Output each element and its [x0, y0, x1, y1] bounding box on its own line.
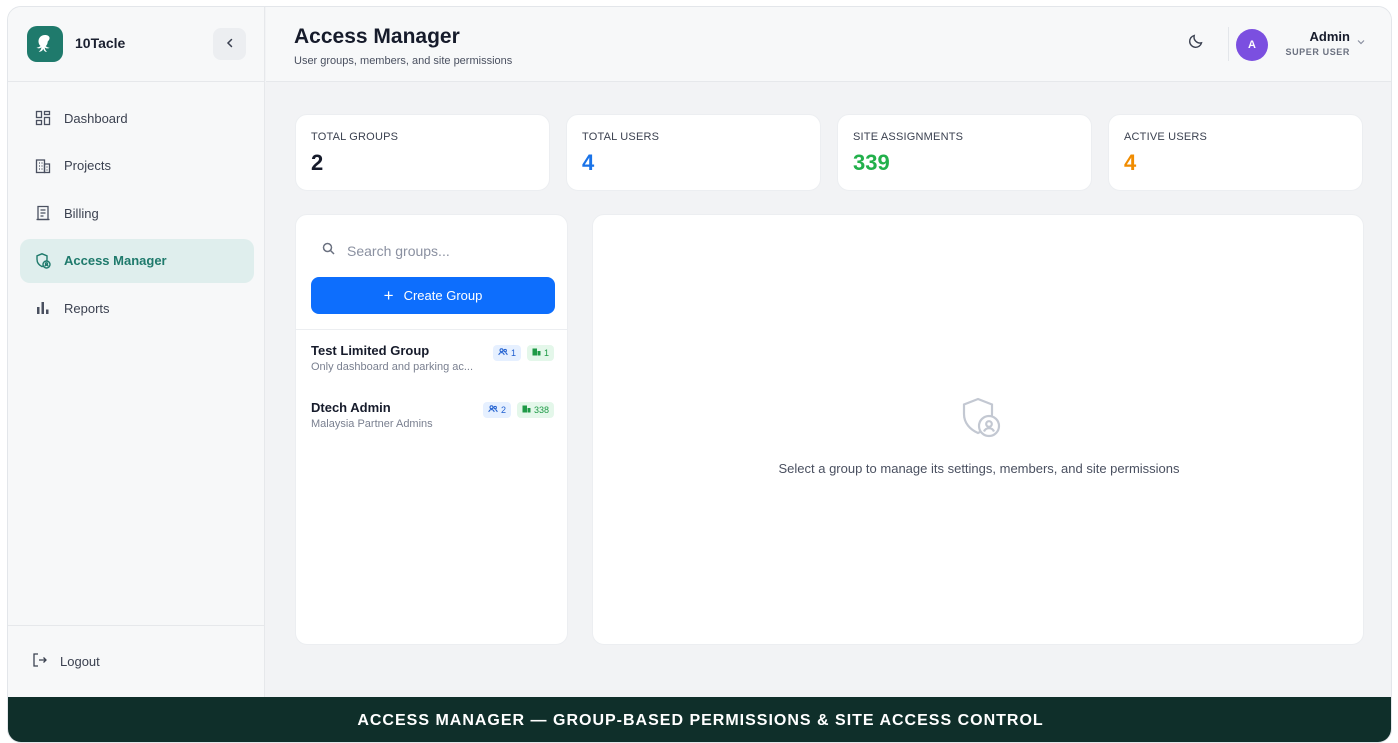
sidebar-item-label: Billing — [64, 205, 99, 221]
create-group-label: Create Group — [403, 288, 483, 303]
group-detail-panel: Select a group to manage its settings, m… — [592, 214, 1364, 645]
stat-label: TOTAL GROUPS — [311, 131, 399, 143]
search-box[interactable] — [310, 233, 554, 269]
plus-icon: + — [383, 286, 394, 305]
group-description: Malaysia Partner Admins — [311, 418, 433, 430]
create-group-button[interactable]: + Create Group — [311, 277, 555, 314]
group-description: Only dashboard and parking ac... — [311, 361, 474, 373]
members-badge: 1 — [492, 345, 521, 361]
sidebar-item-reports[interactable]: Reports — [20, 286, 254, 330]
user-role: SUPER USER — [1285, 47, 1350, 57]
brand-area: 10Tacle — [8, 7, 265, 82]
stat-label: ACTIVE USERS — [1124, 131, 1208, 143]
sidebar-nav: Dashboard Projects Billing Access Manage… — [20, 96, 254, 334]
stat-value: 4 — [582, 150, 595, 175]
group-badges: 2 338 — [482, 402, 554, 418]
building-icon — [522, 405, 531, 415]
sites-count: 338 — [533, 405, 549, 415]
sidebar-item-label: Access Manager — [64, 253, 167, 268]
logout-button[interactable]: Logout — [32, 652, 100, 671]
sites-count: 1 — [543, 348, 549, 358]
search-icon — [322, 242, 335, 260]
users-icon — [488, 405, 498, 415]
dashboard-icon — [34, 109, 52, 127]
logout-icon — [32, 652, 48, 671]
logout-label: Logout — [60, 654, 100, 669]
page-subtitle: User groups, members, and site permissio… — [294, 55, 513, 67]
moon-icon — [1188, 33, 1204, 54]
groups-panel: + Create Group Test Limited Group Only d… — [295, 214, 568, 645]
app-window: 10Tacle Dashboard Projects Billing Acces… — [7, 6, 1392, 743]
sidebar-item-label: Projects — [64, 158, 111, 173]
stat-card-active-users: ACTIVE USERS 4 — [1108, 114, 1363, 191]
stat-card-total-groups: TOTAL GROUPS 2 — [295, 114, 550, 191]
sidebar-item-access-manager[interactable]: Access Manager — [20, 238, 254, 283]
members-count: 1 — [510, 348, 516, 358]
sites-badge: 338 — [516, 402, 554, 418]
users-icon — [498, 348, 508, 358]
stat-value: 2 — [311, 150, 324, 175]
members-count: 2 — [500, 405, 506, 415]
stat-value: 4 — [1124, 150, 1137, 175]
group-list: Test Limited Group Only dashboard and pa… — [296, 329, 567, 444]
members-badge: 2 — [482, 402, 511, 418]
building-icon — [532, 348, 541, 358]
page-title: Access Manager — [294, 25, 460, 48]
user-name[interactable]: Admin — [1276, 29, 1350, 44]
sidebar-item-billing[interactable]: Billing — [20, 191, 254, 235]
header-divider — [1228, 27, 1229, 61]
sidebar-item-label: Dashboard — [64, 110, 128, 126]
access-icon — [34, 252, 52, 270]
chevron-left-icon — [224, 36, 236, 52]
sites-badge: 1 — [526, 345, 554, 361]
stat-label: SITE ASSIGNMENTS — [853, 131, 964, 143]
building-icon — [34, 157, 52, 175]
sidebar-item-dashboard[interactable]: Dashboard — [20, 96, 254, 140]
stat-label: TOTAL USERS — [582, 131, 660, 143]
sidebar-item-label: Reports — [64, 300, 110, 316]
stat-card-site-assignments: SITE ASSIGNMENTS 339 — [837, 114, 1092, 191]
list-item[interactable]: Dtech Admin Malaysia Partner Admins 2 33… — [296, 387, 567, 444]
top-header: Access Manager User groups, members, and… — [266, 7, 1391, 82]
footer-banner: ACCESS MANAGER — GROUP-BASED PERMISSIONS… — [8, 697, 1391, 742]
bar-chart-icon — [34, 299, 52, 317]
stat-value: 339 — [853, 150, 890, 175]
octopus-logo — [27, 26, 63, 62]
group-badges: 1 1 — [492, 345, 554, 361]
receipt-icon — [34, 204, 52, 222]
sidebar-item-projects[interactable]: Projects — [20, 144, 254, 188]
sidebar: 10Tacle Dashboard Projects Billing Acces… — [8, 7, 265, 697]
theme-toggle-button[interactable] — [1184, 31, 1208, 55]
empty-state-message: Select a group to manage its settings, m… — [778, 461, 1180, 476]
logout-area: Logout — [8, 625, 265, 697]
brand-name: 10Tacle — [75, 35, 126, 51]
stat-card-total-users: TOTAL USERS 4 — [566, 114, 821, 191]
shield-user-icon — [955, 393, 1007, 445]
chevron-down-icon[interactable] — [1356, 37, 1366, 50]
collapse-sidebar-button[interactable] — [213, 28, 246, 60]
search-input[interactable] — [347, 243, 547, 259]
list-item[interactable]: Test Limited Group Only dashboard and pa… — [296, 330, 567, 387]
avatar[interactable]: A — [1236, 29, 1268, 61]
